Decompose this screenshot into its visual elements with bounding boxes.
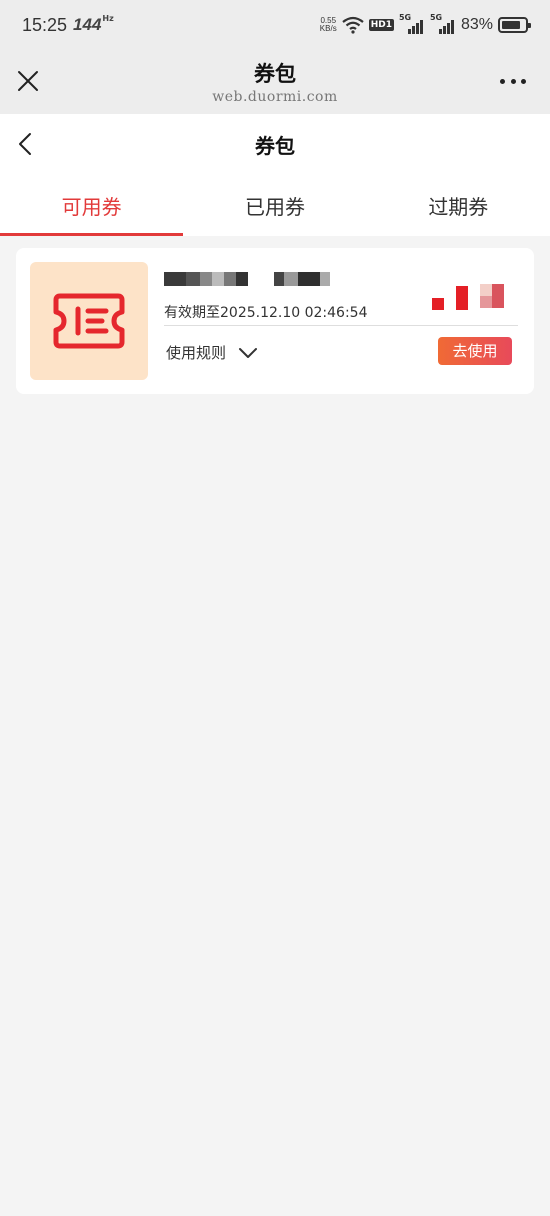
battery-fill: [502, 21, 521, 29]
refresh-rate-unit: Hz: [102, 14, 114, 23]
page-header: 券包: [0, 114, 550, 174]
coupon-divider: [164, 325, 518, 326]
network-speed-unit: KB/s: [319, 24, 337, 33]
coupon-thumbnail: [30, 262, 148, 380]
webview-url: web.duormi.com: [212, 89, 338, 105]
coupon-value-redacted: [432, 284, 508, 310]
status-bar: 15:25 144Hz 0.55 KB/s HD1 5G 5G 83%: [0, 0, 550, 50]
ticket-icon: [53, 293, 125, 349]
signal-sim1-icon: 5G: [398, 13, 425, 34]
refresh-rate: 144Hz: [73, 15, 114, 35]
more-icon-dot: [510, 79, 516, 84]
coupon-tabs: 可用券 已用券 过期券: [0, 174, 550, 236]
battery-percent: 83%: [460, 16, 493, 33]
coupon-name-redacted: [164, 272, 330, 286]
more-icon-dot: [521, 79, 526, 84]
usage-rules-label: 使用规则: [166, 344, 227, 362]
webview-title: 券包: [254, 62, 296, 86]
tab-used[interactable]: 已用券: [183, 174, 366, 236]
coupon-expiry: 有效期至2025.12.10 02:46:54: [164, 305, 368, 321]
sim1-label: 5G: [398, 13, 412, 22]
status-time: 15:25: [22, 14, 68, 35]
status-right: 0.55 KB/s HD1 5G 5G 83%: [320, 13, 531, 34]
wifi-icon: [342, 16, 364, 34]
use-coupon-button[interactable]: 去使用: [438, 337, 512, 365]
battery-icon: [498, 17, 531, 33]
coupon-card[interactable]: 有效期至2025.12.10 02:46:54 使用规则 去使用: [16, 248, 534, 394]
page-title: 券包: [255, 134, 295, 158]
refresh-rate-value: 144: [73, 15, 102, 34]
chevron-down-icon: [239, 347, 258, 358]
tab-available[interactable]: 可用券: [0, 174, 184, 236]
tab-expired[interactable]: 过期券: [367, 174, 550, 236]
usage-rules-toggle[interactable]: 使用规则: [166, 342, 258, 363]
network-speed: 0.55 KB/s: [320, 17, 337, 33]
more-button[interactable]: [500, 79, 526, 85]
status-left: 15:25 144Hz: [22, 15, 114, 36]
signal-sim2-icon: 5G: [429, 13, 456, 34]
webview-bar: 券包 web.duormi.com: [0, 50, 550, 114]
hd-badge: HD1: [368, 19, 394, 31]
sim2-label: 5G: [429, 13, 443, 22]
more-icon: [500, 79, 505, 84]
